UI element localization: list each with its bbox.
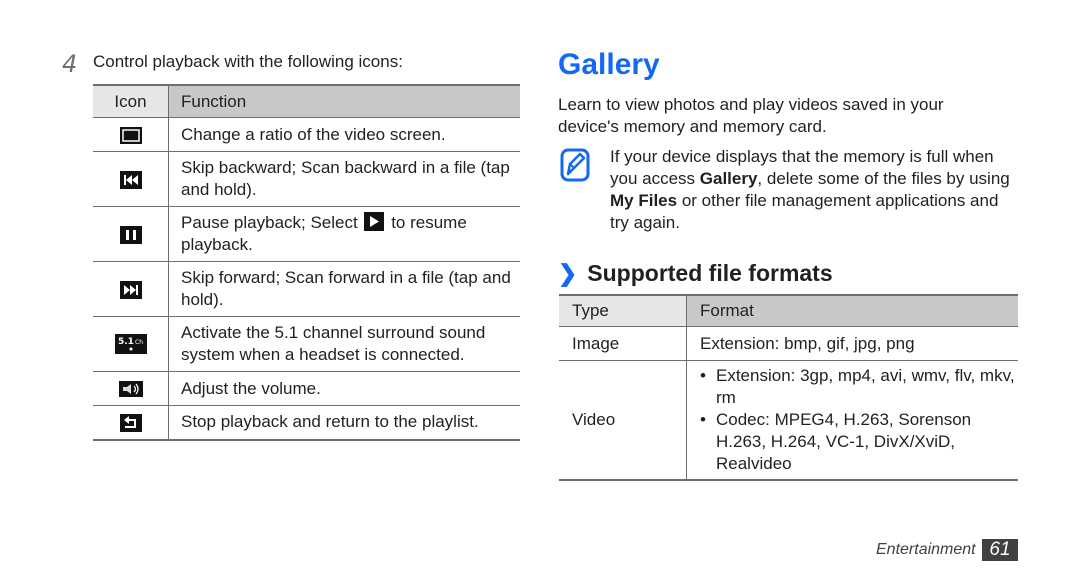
skip-backward-icon xyxy=(119,170,142,189)
table-header-row: Icon Function xyxy=(93,85,520,118)
section-heading-text: Supported file formats xyxy=(587,260,833,286)
page-title: Gallery xyxy=(558,48,660,81)
row-format: Extension: bmp, gif, jpg, png xyxy=(700,333,915,353)
table-row: Skip backward; Scan backward in a file (… xyxy=(93,151,520,207)
table-row: Image Extension: bmp, gif, jpg, png xyxy=(559,326,1018,361)
section-heading: ❯ Supported file formats xyxy=(558,260,833,287)
row-function: Stop playback and return to the playlist… xyxy=(181,412,479,432)
format-item: Codec: MPEG4, H.263, Sorenson H.263, H.2… xyxy=(700,409,1018,475)
row-function: Activate the 5.1 channel surround sound … xyxy=(181,323,486,364)
note-bold-myfiles: My Files xyxy=(610,191,678,210)
header-function: Function xyxy=(168,85,520,118)
table-row: Pause playback; Select to resume playbac… xyxy=(93,206,520,262)
surround-icon-label: 5.1 xyxy=(118,337,134,347)
table-row: Adjust the volume. xyxy=(93,371,520,406)
row-function: Pause playback; Select xyxy=(181,213,358,232)
row-function: Change a ratio of the video screen. xyxy=(181,124,446,144)
step-instruction: Control playback with the following icon… xyxy=(93,52,403,71)
row-function: Skip backward; Scan backward in a file (… xyxy=(181,158,510,199)
volume-icon xyxy=(118,381,143,398)
header-type: Type xyxy=(559,295,687,327)
note-bold-gallery: Gallery xyxy=(699,169,758,188)
table-header-row: Type Format xyxy=(559,295,1018,327)
table-row: Skip forward; Scan forward in a file (ta… xyxy=(93,261,520,317)
table-row: Stop playback and return to the playlist… xyxy=(93,405,520,440)
format-item: Extension: 3gp, mp4, avi, wmv, flv, mkv,… xyxy=(700,365,1018,409)
playback-icons-table: Icon Function Change a ratio of the vide… xyxy=(93,84,520,441)
table-row: Change a ratio of the video screen. xyxy=(93,117,520,152)
surround-5-1-icon: 5.1 Ch xyxy=(114,334,147,355)
pause-icon xyxy=(119,225,142,244)
row-function: Skip forward; Scan forward in a file (ta… xyxy=(181,268,511,309)
row-type: Video xyxy=(559,360,687,480)
note-text: If your device displays that the memory … xyxy=(610,146,1020,234)
footer-section: Entertainment xyxy=(876,541,976,558)
play-icon xyxy=(364,212,385,231)
note-part: , delete some of the files by using xyxy=(757,169,1010,188)
header-format: Format xyxy=(686,295,1018,327)
row-function: Adjust the volume. xyxy=(181,378,321,398)
surround-icon-sub: Ch xyxy=(135,339,143,346)
chevron-right-icon: ❯ xyxy=(558,260,578,286)
page-number: 61 xyxy=(982,539,1018,561)
table-row: Video Extension: 3gp, mp4, avi, wmv, flv… xyxy=(559,360,1018,480)
table-row: 5.1 Ch Activate the 5.1 channel surround … xyxy=(93,316,520,372)
row-type: Image xyxy=(559,326,687,361)
back-to-playlist-icon xyxy=(119,413,142,432)
note-pencil-icon xyxy=(560,148,590,182)
intro-text: Learn to view photos and play videos sav… xyxy=(558,95,944,136)
formats-table: Type Format Image Extension: bmp, gif, j… xyxy=(559,294,1018,481)
step-number: 4 xyxy=(62,50,78,78)
screen-ratio-icon xyxy=(119,126,142,144)
header-icon: Icon xyxy=(93,85,169,118)
skip-forward-icon xyxy=(119,280,142,299)
